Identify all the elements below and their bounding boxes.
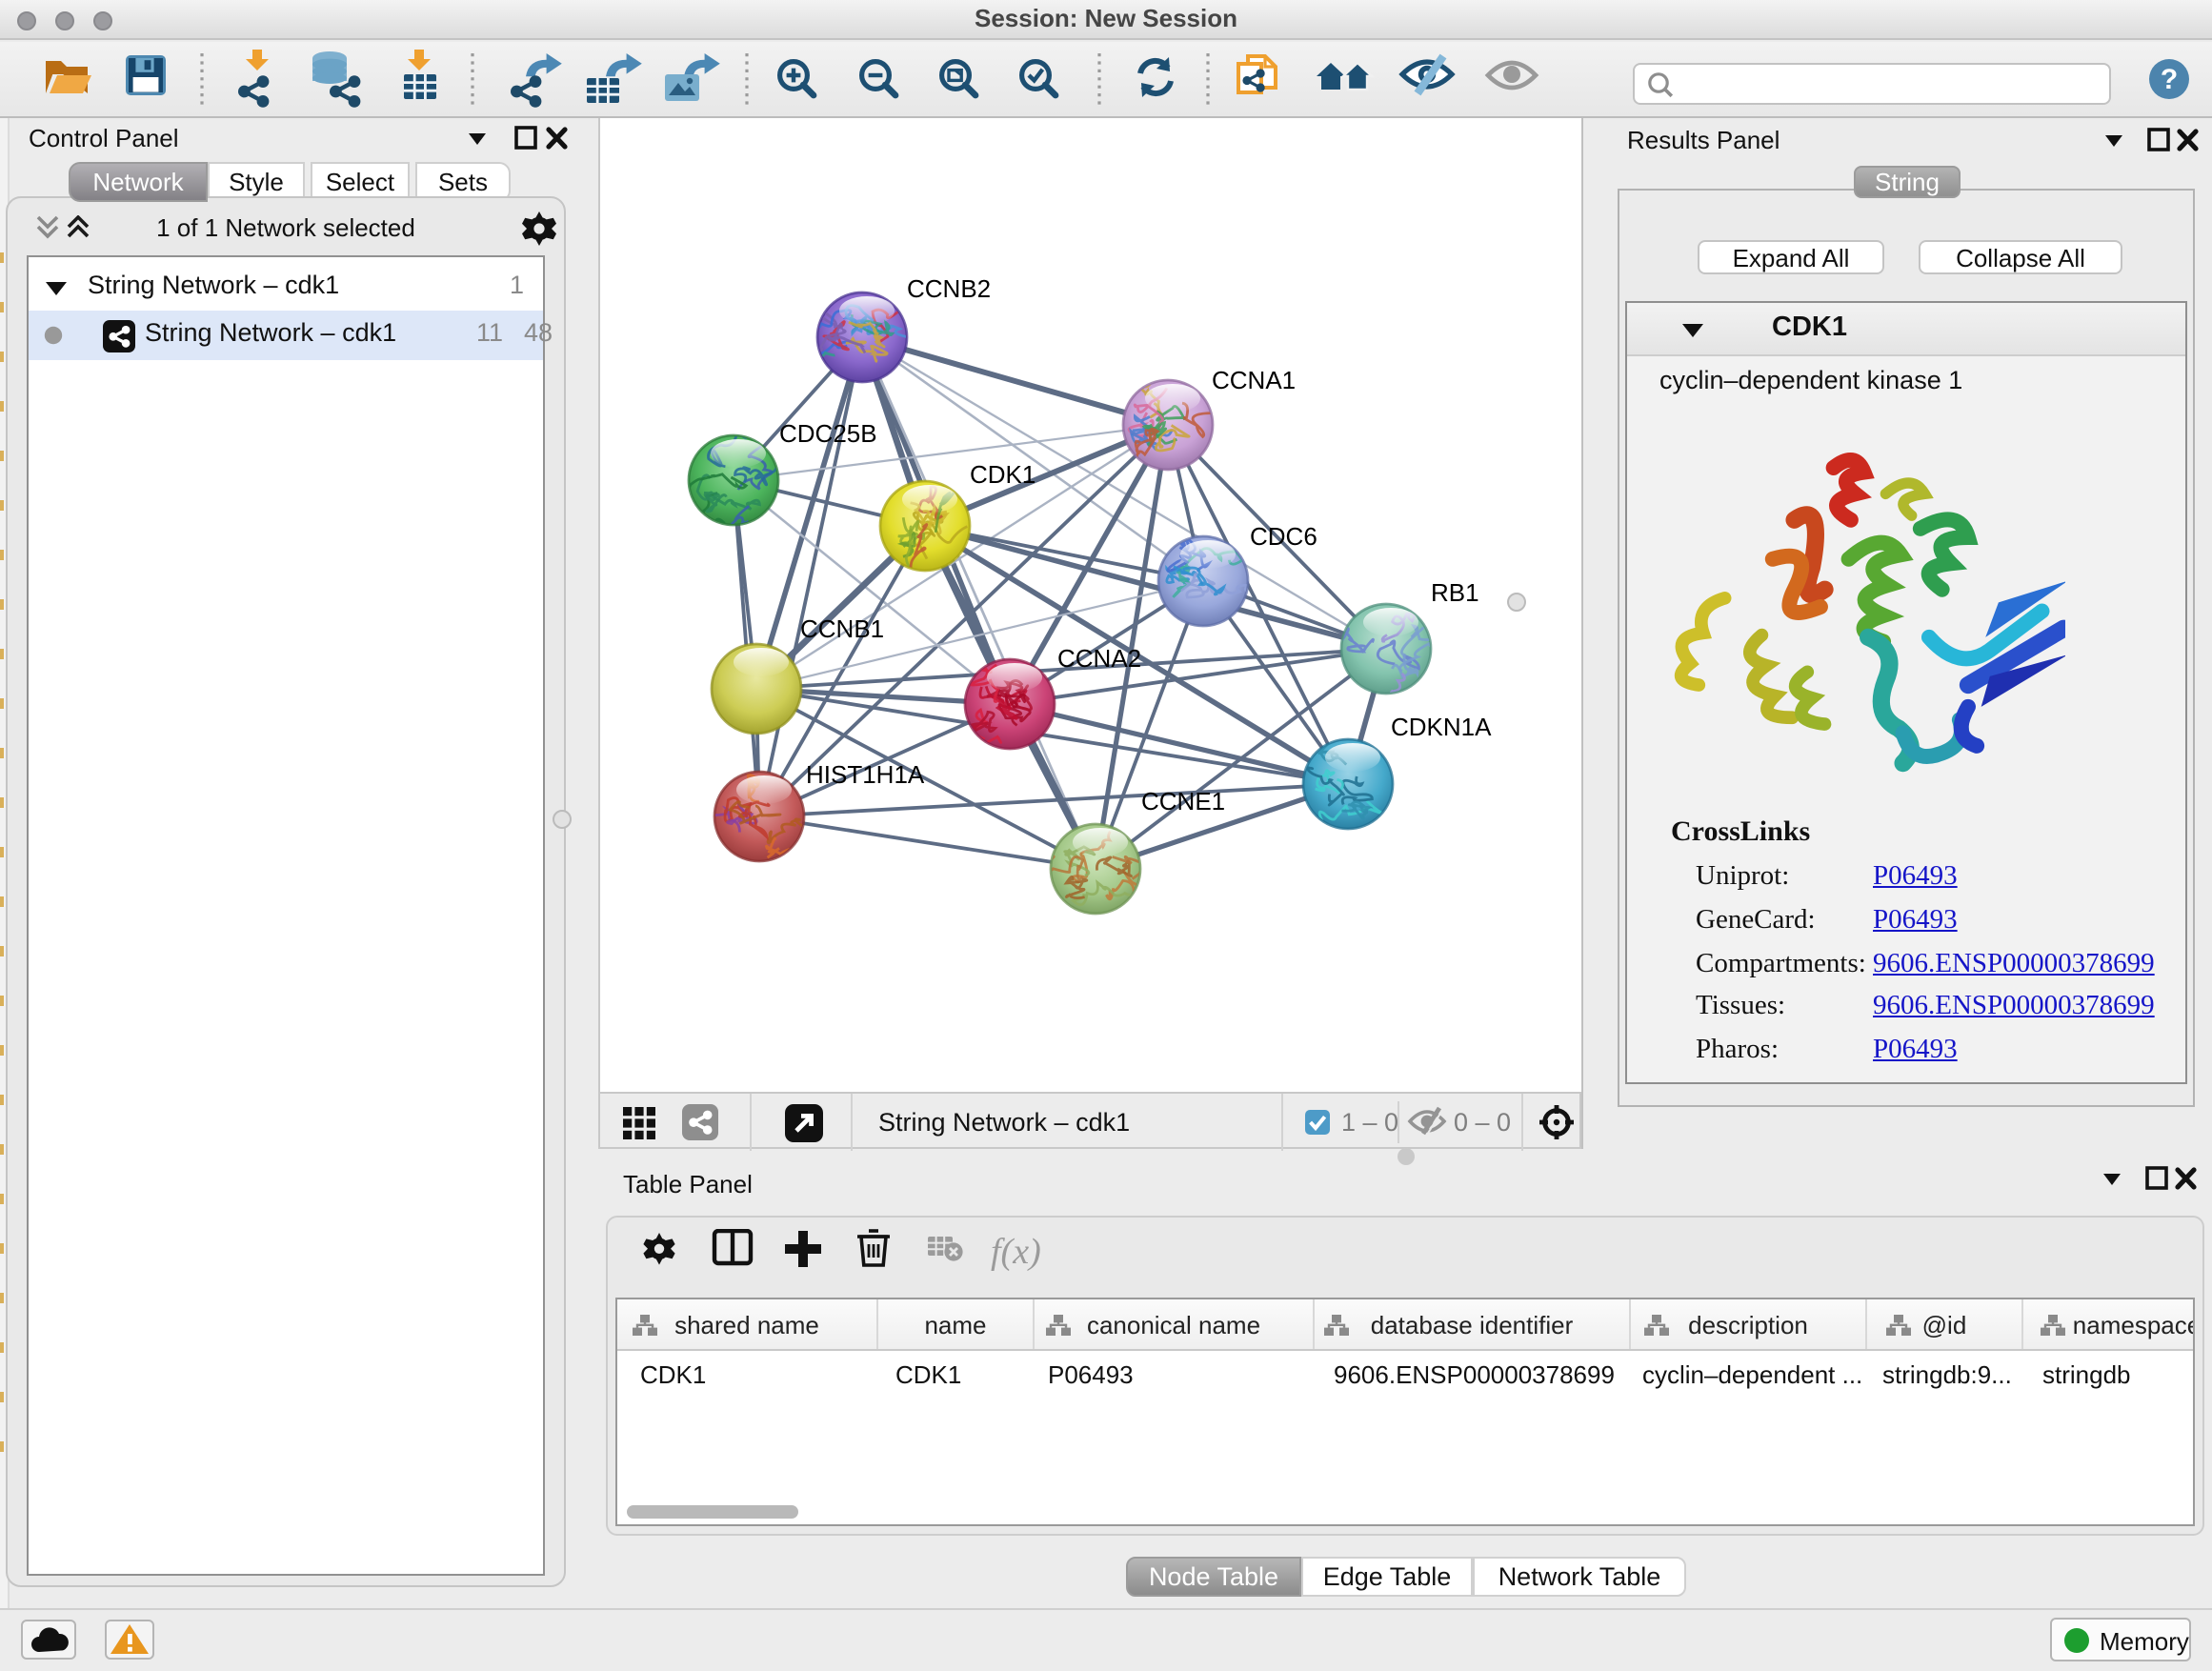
svg-text:0 – 0: 0 – 0 <box>1454 1108 1511 1137</box>
svg-text:CCNB2: CCNB2 <box>907 274 991 303</box>
svg-text:CCNB1: CCNB1 <box>800 614 884 643</box>
svg-text:HIST1H1A: HIST1H1A <box>806 760 925 789</box>
svg-text:CDC25B: CDC25B <box>779 419 877 448</box>
svg-text:1 – 0: 1 – 0 <box>1341 1108 1398 1137</box>
svg-text:CCNA2: CCNA2 <box>1057 644 1141 673</box>
svg-text:?: ? <box>2161 64 2178 95</box>
svg-text:f(x): f(x) <box>991 1232 1041 1272</box>
svg-text:CCNA1: CCNA1 <box>1212 366 1296 394</box>
svg-text:CCNE1: CCNE1 <box>1141 787 1225 815</box>
svg-text:String Network – cdk1: String Network – cdk1 <box>878 1108 1130 1137</box>
svg-text:CDK1: CDK1 <box>970 460 1036 489</box>
svg-text:CDC6: CDC6 <box>1250 522 1317 551</box>
svg-text:CDKN1A: CDKN1A <box>1391 713 1492 741</box>
svg-text:RB1: RB1 <box>1431 578 1479 607</box>
